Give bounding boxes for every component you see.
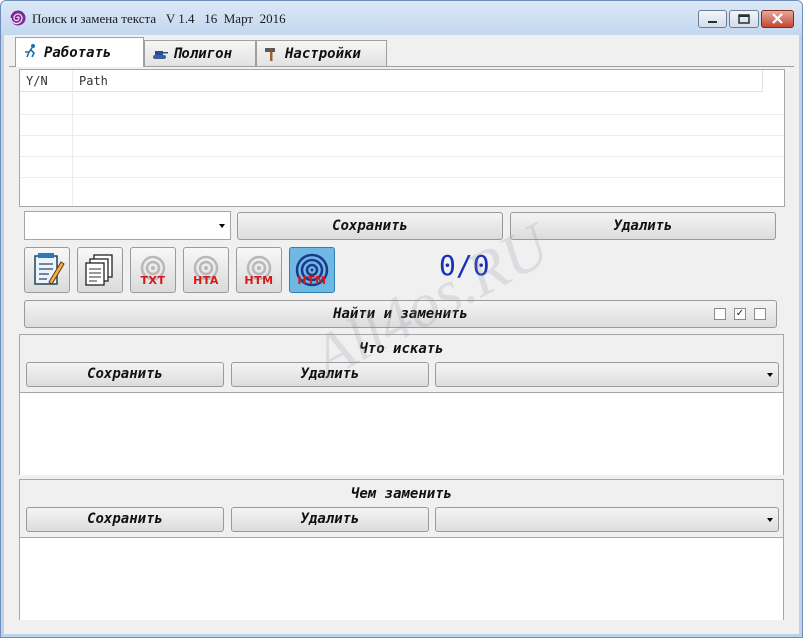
- profile-combo[interactable]: [24, 211, 231, 240]
- work-panel: Y/N Path Сохранить Удалить TXT HTA HTM H…: [9, 66, 794, 630]
- close-icon: [772, 13, 783, 24]
- spiral-active-button[interactable]: HTM: [289, 247, 335, 293]
- window-title: Поиск и замена текста V 1.4 16 Март 2016: [32, 11, 286, 26]
- documents-stack-icon: [85, 254, 113, 286]
- tank-icon: [153, 51, 168, 59]
- htm-label: HTM: [244, 274, 274, 287]
- search-group-title: Что искать: [359, 341, 444, 357]
- column-header-yn[interactable]: Y/N: [20, 70, 73, 92]
- spiral-label: HTM: [297, 274, 327, 287]
- spiral-app-icon: [10, 10, 26, 26]
- txt-button[interactable]: TXT: [130, 247, 176, 293]
- tab-work-label: Работать: [44, 45, 112, 61]
- search-save-button[interactable]: Сохранить: [26, 362, 224, 387]
- grid-line: [20, 135, 784, 136]
- tab-work[interactable]: Работать: [15, 37, 144, 67]
- replace-save-button[interactable]: Сохранить: [26, 507, 224, 532]
- client-area: Работать Полигон Настройки Y/N Path Сохр…: [9, 35, 794, 630]
- chevron-down-icon: [767, 517, 773, 522]
- tab-polygon[interactable]: Полигон: [144, 40, 256, 66]
- replace-text-input[interactable]: [20, 537, 783, 620]
- txt-label: TXT: [140, 274, 166, 287]
- grid-line: [20, 156, 784, 157]
- tab-settings-label: Настройки: [285, 46, 361, 62]
- tab-settings[interactable]: Настройки: [256, 40, 387, 66]
- search-group: Что искать Сохранить Удалить: [19, 334, 784, 475]
- minimize-button[interactable]: [698, 10, 727, 28]
- tab-polygon-label: Полигон: [173, 46, 233, 62]
- title-bar[interactable]: Поиск и замена текста V 1.4 16 Март 2016: [1, 1, 802, 35]
- progress-counter: 0/0: [439, 249, 490, 282]
- profile-save-button[interactable]: Сохранить: [237, 212, 503, 240]
- minimize-icon: [708, 21, 717, 23]
- find-replace-button[interactable]: Найти и заменить: [24, 300, 777, 328]
- search-history-combo[interactable]: [435, 362, 779, 387]
- option-checkbox-3[interactable]: [754, 308, 766, 320]
- replace-history-combo[interactable]: [435, 507, 779, 532]
- profile-delete-button[interactable]: Удалить: [510, 212, 776, 240]
- hta-label: HTA: [193, 274, 219, 287]
- find-replace-label: Найти и заменить: [333, 306, 468, 322]
- option-checkbox-1[interactable]: [714, 308, 726, 320]
- htm-button[interactable]: HTM: [236, 247, 282, 293]
- chevron-down-icon: [767, 372, 773, 377]
- close-button[interactable]: [761, 10, 794, 28]
- hta-button[interactable]: HTA: [183, 247, 229, 293]
- replace-group-title: Чем заменить: [350, 486, 453, 502]
- notepad-edit-icon: [34, 253, 65, 285]
- replace-delete-button[interactable]: Удалить: [231, 507, 429, 532]
- column-header-path[interactable]: Path: [73, 70, 763, 92]
- file-list[interactable]: Y/N Path: [19, 69, 785, 207]
- app-window: Поиск и замена текста V 1.4 16 Март 2016…: [0, 0, 803, 638]
- grid-divider: [72, 70, 73, 206]
- runner-icon: [25, 44, 35, 58]
- option-checkbox-2[interactable]: ✓: [734, 308, 746, 320]
- hammer-icon: [265, 48, 275, 61]
- notepad-edit-button[interactable]: [24, 247, 70, 293]
- maximize-button[interactable]: [729, 10, 759, 28]
- maximize-icon: [738, 14, 750, 24]
- search-text-input[interactable]: [20, 392, 783, 475]
- grid-line: [20, 177, 784, 178]
- replace-group: Чем заменить Сохранить Удалить: [19, 479, 784, 620]
- grid-line: [20, 114, 784, 115]
- search-delete-button[interactable]: Удалить: [231, 362, 429, 387]
- documents-stack-button[interactable]: [77, 247, 123, 293]
- chevron-down-icon: [219, 223, 225, 228]
